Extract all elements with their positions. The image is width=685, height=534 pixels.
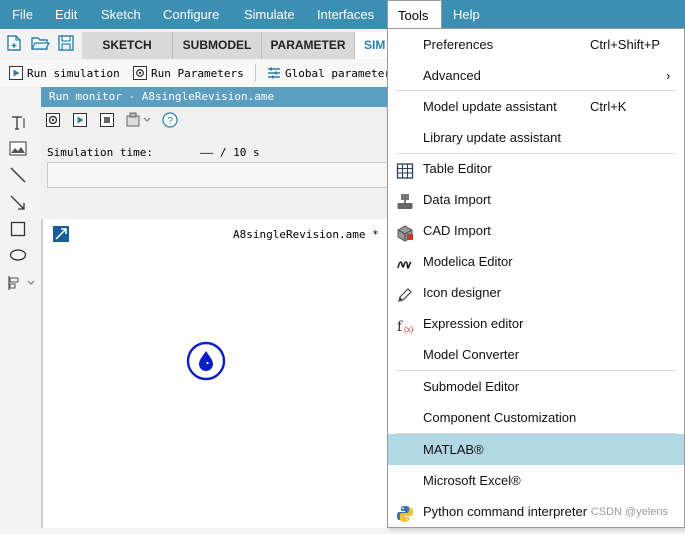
line-tool-icon[interactable] — [7, 164, 29, 186]
run-monitor-title: Run monitor - A8singleRevision.ame — [49, 90, 275, 103]
menu-item-icon-designer[interactable]: Icon designer — [388, 277, 684, 308]
global-parameters-icon[interactable] — [267, 66, 281, 83]
python-icon — [396, 503, 414, 522]
menu-item-label: Preferences — [423, 37, 494, 52]
menu-item-cad-import[interactable]: CAD Import — [388, 215, 684, 246]
menu-item-data-import[interactable]: Data Import — [388, 184, 684, 215]
svg-text:(x): (x) — [404, 325, 414, 334]
menu-sketch[interactable]: Sketch — [101, 0, 141, 29]
menu-simulate[interactable]: Simulate — [244, 0, 295, 29]
ellipse-tool-icon[interactable] — [7, 244, 29, 266]
shortcut-label: Ctrl+Shift+P — [590, 37, 661, 52]
hydraulic-source-icon[interactable] — [186, 341, 226, 384]
menu-interfaces[interactable]: Interfaces — [317, 0, 374, 29]
simulation-time-label: Simulation time: — [47, 146, 153, 159]
menu-item-preferences[interactable]: Preferences Ctrl+Shift+P — [388, 29, 684, 60]
menu-item-submodel-editor[interactable]: Submodel Editor — [388, 371, 684, 402]
run-simulation-icon[interactable] — [9, 66, 23, 83]
menu-item-label: Library update assistant — [423, 130, 562, 145]
text-tool-icon[interactable] — [7, 112, 29, 134]
tab-parameter[interactable]: PARAMETER — [262, 32, 355, 59]
tab-simulation[interactable]: SIM — [355, 32, 389, 59]
align-tool-icon[interactable] — [7, 272, 37, 294]
menu-item-library-update-assistant[interactable]: Library update assistant — [388, 122, 684, 153]
batch-dropdown-icon[interactable] — [126, 112, 154, 131]
run-parameters-button[interactable]: Run Parameters — [151, 67, 244, 80]
save-icon[interactable] — [57, 34, 75, 55]
settings-gear-icon[interactable] — [46, 113, 60, 130]
menu-item-expression-editor[interactable]: f (x) Expression editor — [388, 308, 684, 339]
menu-item-label: Component Customization — [423, 410, 577, 425]
run-simulation-button[interactable]: Run simulation — [27, 67, 120, 80]
menu-item-label: Microsoft Excel® — [423, 473, 521, 488]
menu-item-label: Model update assistant — [423, 99, 557, 114]
menu-item-advanced[interactable]: Advanced › — [388, 60, 684, 91]
help-icon[interactable]: ? — [162, 112, 178, 131]
menu-item-label: MATLAB® — [423, 442, 484, 457]
menu-item-label: CAD Import — [423, 223, 491, 238]
pencil-icon — [396, 284, 414, 302]
menu-configure[interactable]: Configure — [163, 0, 219, 29]
menu-item-matlab[interactable]: MATLAB® — [388, 434, 684, 465]
modelica-icon — [396, 253, 414, 271]
menu-item-label: Table Editor — [423, 161, 492, 176]
menu-item-model-converter[interactable]: Model Converter — [388, 339, 684, 370]
menu-item-microsoft-excel[interactable]: Microsoft Excel® — [388, 465, 684, 496]
simulation-progress-bar — [47, 162, 391, 188]
menu-item-label: Python command interpreter — [423, 504, 588, 519]
menu-item-label: Icon designer — [423, 285, 502, 300]
data-import-icon — [396, 191, 414, 209]
new-file-icon[interactable] — [5, 34, 23, 55]
menu-edit[interactable]: Edit — [55, 0, 77, 29]
svg-text:f: f — [397, 319, 404, 335]
cad-import-icon — [396, 222, 414, 242]
watermark: CSDN @yelens — [590, 506, 668, 518]
model-filename: A8singleRevision.ame * — [233, 228, 379, 241]
simulation-time-value: —— / 10 s — [200, 146, 260, 159]
tab-submodel[interactable]: SUBMODEL — [173, 32, 262, 59]
menu-item-label: Advanced — [423, 68, 481, 83]
global-parameters-button[interactable]: Global parameters — [285, 67, 398, 80]
tab-sketch[interactable]: SKETCH — [82, 32, 173, 59]
arrow-tool-icon[interactable] — [7, 192, 29, 214]
submenu-arrow-icon: › — [666, 68, 671, 83]
menu-help[interactable]: Help — [453, 0, 480, 29]
model-icon — [53, 226, 69, 245]
toolbar-divider — [255, 64, 256, 82]
stop-icon[interactable] — [100, 113, 114, 130]
menu-tools[interactable]: Tools — [387, 0, 442, 29]
menu-item-table-editor[interactable]: Table Editor — [388, 153, 684, 184]
menu-item-label: Data Import — [423, 192, 491, 207]
menu-item-model-update-assistant[interactable]: Model update assistant Ctrl+K — [388, 91, 684, 122]
start-icon[interactable] — [73, 113, 87, 130]
menu-item-modelica-editor[interactable]: Modelica Editor — [388, 246, 684, 277]
image-tool-icon[interactable] — [7, 138, 29, 160]
function-icon: f (x) — [396, 315, 414, 335]
menu-item-label: Expression editor — [423, 316, 524, 331]
shortcut-label: Ctrl+K — [590, 99, 627, 114]
open-folder-icon[interactable] — [30, 34, 50, 55]
table-icon — [396, 160, 414, 179]
run-parameters-icon[interactable] — [133, 66, 147, 83]
rectangle-tool-icon[interactable] — [7, 218, 29, 240]
run-monitor-title-bar: Run monitor - A8singleRevision.ame — [41, 87, 391, 107]
menu-item-label: Model Converter — [423, 347, 520, 362]
tools-menu-dropdown: Preferences Ctrl+Shift+P Advanced › Mode… — [387, 28, 685, 528]
menu-item-label: Modelica Editor — [423, 254, 513, 269]
menu-bar: File Edit Sketch Configure Simulate Inte… — [0, 0, 685, 29]
menu-item-component-customization[interactable]: Component Customization — [388, 402, 684, 433]
menu-item-label: Submodel Editor — [423, 379, 520, 394]
svg-text:?: ? — [167, 116, 173, 127]
menu-file[interactable]: File — [12, 0, 33, 29]
